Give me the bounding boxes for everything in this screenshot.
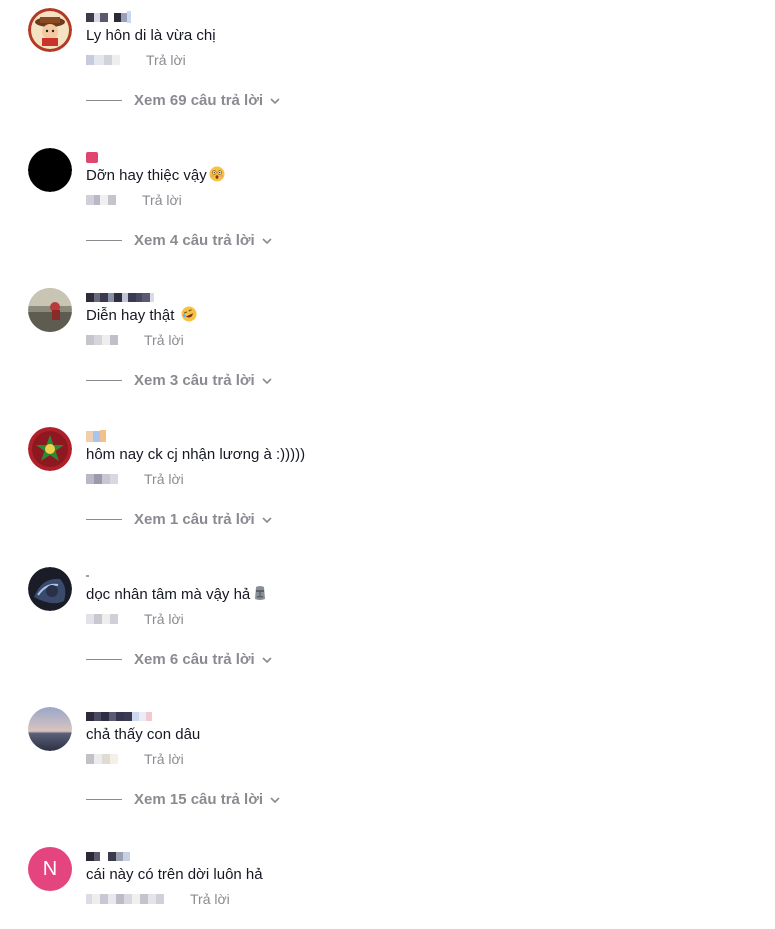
comment-date bbox=[86, 753, 118, 765]
reply-button[interactable]: Trả lời bbox=[190, 891, 230, 907]
reply-button[interactable]: Trả lời bbox=[144, 332, 184, 348]
comment-date bbox=[86, 893, 164, 905]
chevron-down-icon bbox=[270, 97, 280, 104]
moai-emoji bbox=[255, 586, 266, 600]
comment-date bbox=[86, 334, 118, 346]
view-replies-button[interactable]: Xem 1 câu trả lời bbox=[86, 511, 273, 528]
comment-text: Dỡn hay thiệc vậy bbox=[86, 166, 225, 186]
reply-button[interactable]: Trả lời bbox=[144, 751, 184, 767]
chevron-down-icon bbox=[262, 516, 272, 523]
view-replies-button[interactable]: Xem 4 câu trả lời bbox=[86, 232, 273, 249]
comment-text: hôm nay ck cj nhận lương à :))))) bbox=[86, 446, 306, 463]
divider-line bbox=[86, 519, 122, 520]
comment-meta: Trả lời bbox=[86, 192, 182, 208]
username[interactable] bbox=[86, 10, 131, 24]
divider-line bbox=[86, 380, 122, 381]
comment-meta: Trả lời bbox=[86, 471, 184, 487]
comment-date bbox=[86, 473, 118, 485]
chevron-down-icon bbox=[262, 237, 272, 244]
reply-button[interactable]: Trả lời bbox=[146, 52, 186, 68]
comment-date bbox=[86, 54, 120, 66]
comment-text-body: Diễn hay thật bbox=[86, 307, 179, 324]
photo-avatar-icon[interactable] bbox=[28, 288, 72, 332]
comment-text-body: dọc nhân tâm mà vậy hả bbox=[86, 586, 251, 603]
divider-line bbox=[86, 240, 122, 241]
chevron-down-icon bbox=[262, 377, 272, 384]
comment-meta: Trả lời bbox=[86, 891, 230, 907]
chevron-down-icon bbox=[262, 656, 272, 663]
reply-button[interactable]: Trả lời bbox=[142, 192, 182, 208]
view-replies-button[interactable]: Xem 15 câu trả lời bbox=[86, 791, 281, 808]
comment-text: Ly hôn di là vừa chị bbox=[86, 27, 216, 44]
comment-text: Diễn hay thật bbox=[86, 306, 197, 326]
comment-text: dọc nhân tâm mà vậy hả bbox=[86, 585, 268, 605]
reply-button[interactable]: Trả lời bbox=[144, 471, 184, 487]
username[interactable] bbox=[86, 429, 106, 443]
black-avatar-icon[interactable] bbox=[28, 148, 72, 192]
comment-text-body: Dỡn hay thiệc vậy bbox=[86, 167, 207, 184]
dark-photo-avatar-icon[interactable] bbox=[28, 567, 72, 611]
reply-button[interactable]: Trả lời bbox=[144, 611, 184, 627]
view-replies-label: Xem 3 câu trả lời bbox=[134, 372, 255, 389]
comment-text: chả thấy con dâu bbox=[86, 726, 201, 743]
view-replies-button[interactable]: Xem 69 câu trả lời bbox=[86, 92, 281, 109]
star-flag-avatar-icon[interactable] bbox=[28, 427, 72, 471]
chevron-down-icon bbox=[270, 796, 280, 803]
divider-line bbox=[86, 659, 122, 660]
divider-line bbox=[86, 799, 122, 800]
username[interactable] bbox=[86, 849, 130, 863]
username[interactable] bbox=[86, 290, 154, 304]
divider-line bbox=[86, 100, 122, 101]
view-replies-label: Xem 6 câu trả lời bbox=[134, 651, 255, 668]
view-replies-label: Xem 15 câu trả lời bbox=[134, 791, 264, 808]
rofl-emoji bbox=[181, 306, 197, 322]
view-replies-button[interactable]: Xem 3 câu trả lời bbox=[86, 372, 273, 389]
comment-date bbox=[86, 194, 116, 206]
comment-meta: Trả lời bbox=[86, 751, 184, 767]
comment-date bbox=[86, 613, 118, 625]
sunset-avatar-icon[interactable] bbox=[28, 707, 72, 751]
view-replies-label: Xem 4 câu trả lời bbox=[134, 232, 255, 249]
view-replies-label: Xem 1 câu trả lời bbox=[134, 511, 255, 528]
comment-text: cái này có trên dời luôn hả bbox=[86, 866, 263, 883]
view-replies-label: Xem 69 câu trả lời bbox=[134, 92, 264, 109]
username[interactable] bbox=[86, 150, 98, 164]
comment-meta: Trả lời bbox=[86, 611, 184, 627]
username[interactable] bbox=[86, 569, 89, 583]
comment-meta: Trả lời bbox=[86, 52, 186, 68]
view-replies-button[interactable]: Xem 6 câu trả lời bbox=[86, 651, 273, 668]
cartoon-avatar-icon[interactable] bbox=[28, 8, 72, 52]
username[interactable] bbox=[86, 709, 152, 723]
avatar-letter: N bbox=[42, 858, 58, 880]
comment-meta: Trả lời bbox=[86, 332, 184, 348]
letter-avatar-icon[interactable]: N bbox=[28, 847, 72, 891]
astonished-face-emoji bbox=[209, 166, 225, 182]
